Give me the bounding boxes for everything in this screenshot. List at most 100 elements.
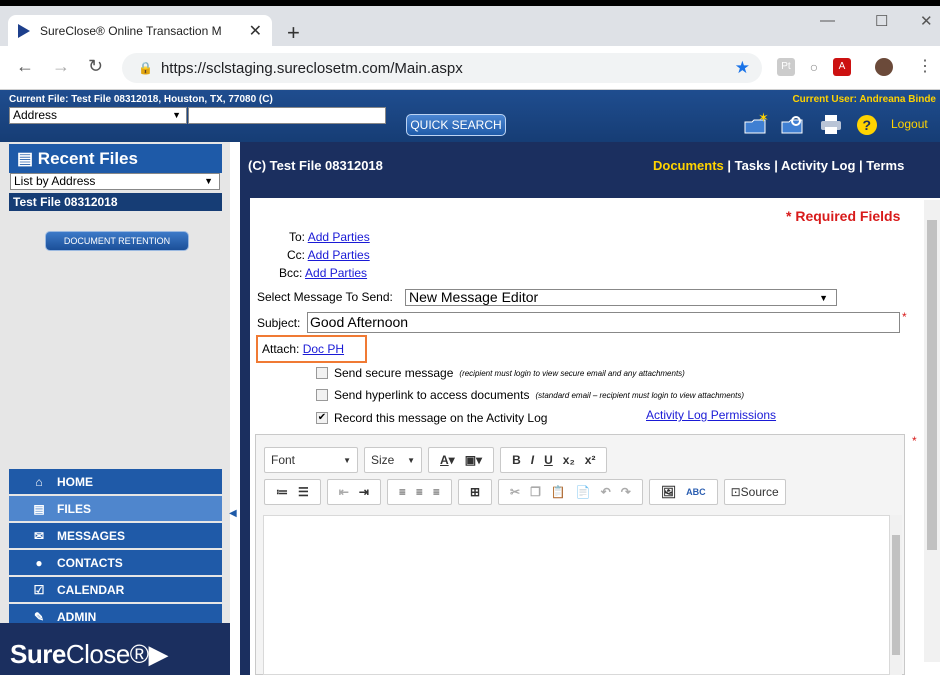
copy-icon[interactable]: ❐ <box>530 485 541 499</box>
message-editor: Font ▼ Size ▼ A▾ ▣▾ B I U x₂ x² ≔ ☰ ⇤ ⇥ … <box>255 434 905 675</box>
logout-link[interactable]: Logout <box>891 117 928 131</box>
address-bar[interactable]: 🔒 https://sclstaging.sureclosetm.com/Mai… <box>122 53 762 83</box>
record-activity-checkbox[interactable]: ✔ <box>316 412 328 424</box>
secure-message-note: (recipient must login to view secure ema… <box>459 368 685 378</box>
window-close-icon[interactable]: ✕ <box>920 12 933 30</box>
hyperlink-option[interactable]: Send hyperlink to access documents (stan… <box>316 388 744 402</box>
underline-icon[interactable]: U <box>544 453 553 467</box>
recent-files-title: Recent Files <box>37 149 138 168</box>
editor-body[interactable] <box>263 515 890 675</box>
extension-pt-icon[interactable]: Pt <box>777 58 795 76</box>
browser-tab[interactable]: SureClose® Online Transaction M ✕ <box>8 15 272 46</box>
undo-icon[interactable]: ↶ <box>601 485 611 499</box>
recent-file-item[interactable]: Test File 08312018 <box>9 193 222 211</box>
align-left-icon[interactable]: ≡ <box>399 485 406 499</box>
cc-add-parties-link[interactable]: Add Parties <box>308 248 370 262</box>
lock-icon: 🔒 <box>138 61 153 75</box>
hyperlink-checkbox[interactable] <box>316 389 328 401</box>
tab-activity-log[interactable]: Activity Log <box>781 158 855 173</box>
search-folder-icon[interactable] <box>780 112 806 136</box>
cut-icon[interactable]: ✂ <box>510 485 520 499</box>
nav-messages[interactable]: ✉ MESSAGES <box>9 523 222 548</box>
italic-icon[interactable]: I <box>531 453 534 467</box>
to-add-parties-link[interactable]: Add Parties <box>308 230 370 244</box>
paste-text-icon[interactable]: 📄 <box>576 485 591 499</box>
editor-scrollbar[interactable] <box>890 515 902 675</box>
svg-text:✶: ✶ <box>758 112 769 125</box>
superscript-icon[interactable]: x² <box>585 453 596 467</box>
paste-icon[interactable]: 📋 <box>551 485 566 499</box>
subscript-icon[interactable]: x₂ <box>563 453 575 467</box>
bcc-add-parties-link[interactable]: Add Parties <box>305 266 367 280</box>
bookmark-star-icon[interactable]: ★ <box>735 58 750 78</box>
back-arrow-icon[interactable]: ← <box>16 56 34 77</box>
extension-circle-icon[interactable]: ○ <box>805 58 823 76</box>
new-folder-icon[interactable]: ✶ <box>743 112 769 136</box>
source-button[interactable]: ⊡ Source <box>723 479 786 505</box>
indent-icon[interactable]: ⇥ <box>359 485 369 499</box>
attach-document-link[interactable]: Doc PH <box>303 342 344 356</box>
document-retention-button[interactable]: DOCUMENT RETENTION <box>45 231 189 251</box>
outdent-icon[interactable]: ⇤ <box>339 485 349 499</box>
maximize-icon[interactable]: ☐ <box>875 12 888 30</box>
indent-group: ⇤ ⇥ <box>326 479 381 505</box>
record-activity-option[interactable]: ✔ Record this message on the Activity Lo… <box>316 411 547 425</box>
required-marker: * <box>912 434 917 448</box>
text-color-icon[interactable]: A▾ <box>440 453 455 467</box>
tab-documents[interactable]: Documents <box>653 158 724 173</box>
bold-icon[interactable]: B <box>512 453 521 467</box>
collapse-sidebar-icon[interactable]: ◀ <box>229 508 237 519</box>
image-icon[interactable]: 🖼 <box>661 485 676 499</box>
numbered-list-icon[interactable]: ≔ <box>276 485 288 499</box>
font-dropdown-label: Font <box>271 453 296 467</box>
form-scrollbar-thumb[interactable] <box>927 220 937 550</box>
select-message-value: New Message Editor <box>409 289 539 305</box>
hyperlink-label: Send hyperlink to access documents <box>334 388 530 402</box>
editor-scrollbar-thumb[interactable] <box>892 535 900 655</box>
nav-calendar[interactable]: ☑ CALENDAR <box>9 577 222 602</box>
reload-icon[interactable]: ↻ <box>88 56 103 77</box>
forward-arrow-icon[interactable]: → <box>52 56 70 77</box>
background-color-icon[interactable]: ▣▾ <box>465 453 482 467</box>
new-tab-icon[interactable]: + <box>287 20 300 46</box>
minimize-icon[interactable]: — <box>820 12 835 29</box>
cc-row: Cc: Add Parties <box>287 248 370 262</box>
table-icon[interactable]: ⊞ <box>470 485 480 499</box>
tab-close-icon[interactable]: ✕ <box>249 21 262 41</box>
tab-terms[interactable]: Terms <box>866 158 904 173</box>
tab-tasks[interactable]: Tasks <box>735 158 771 173</box>
source-icon: ⊡ <box>730 485 741 499</box>
align-right-icon[interactable]: ≡ <box>433 485 440 499</box>
secure-message-option[interactable]: Send secure message (recipient must logi… <box>316 366 685 380</box>
font-dropdown[interactable]: Font ▼ <box>264 447 358 473</box>
to-label: To: <box>289 230 306 244</box>
browser-menu-icon[interactable]: ⋮ <box>916 58 934 76</box>
list-group: ≔ ☰ <box>264 479 321 505</box>
bulleted-list-icon[interactable]: ☰ <box>298 485 309 499</box>
recent-files-header: ▤ Recent Files <box>9 144 222 173</box>
nav-contacts[interactable]: ● CONTACTS <box>9 550 222 575</box>
nav-home[interactable]: ⌂ HOME <box>9 469 222 494</box>
record-activity-label: Record this message on the Activity Log <box>334 411 548 425</box>
quick-search-input[interactable] <box>188 107 386 124</box>
search-type-select[interactable]: Address ▼ <box>9 107 187 124</box>
spellcheck-icon[interactable]: ABC <box>686 487 706 497</box>
acrobat-extension-icon[interactable]: A <box>833 58 851 76</box>
nav-files[interactable]: ▤ FILES <box>9 496 222 521</box>
printer-icon[interactable] <box>818 112 844 136</box>
secure-message-checkbox[interactable] <box>316 367 328 379</box>
source-label: Source <box>740 485 779 499</box>
list-by-select[interactable]: List by Address ▼ <box>10 173 220 190</box>
subject-input[interactable]: Good Afternoon <box>307 312 900 333</box>
form-scrollbar[interactable] <box>924 200 940 662</box>
chevron-down-icon: ▼ <box>204 176 213 186</box>
activity-log-permissions-link[interactable]: Activity Log Permissions <box>646 408 776 422</box>
redo-icon[interactable]: ↷ <box>621 485 631 499</box>
attach-row: Attach: Doc PH <box>256 335 367 363</box>
align-center-icon[interactable]: ≡ <box>416 485 423 499</box>
select-message-dropdown[interactable]: New Message Editor ▼ <box>405 289 837 306</box>
quick-search-button[interactable]: QUICK SEARCH <box>406 114 506 136</box>
size-dropdown[interactable]: Size ▼ <box>364 447 422 473</box>
profile-avatar[interactable] <box>875 58 893 76</box>
help-icon[interactable]: ? <box>854 112 880 136</box>
